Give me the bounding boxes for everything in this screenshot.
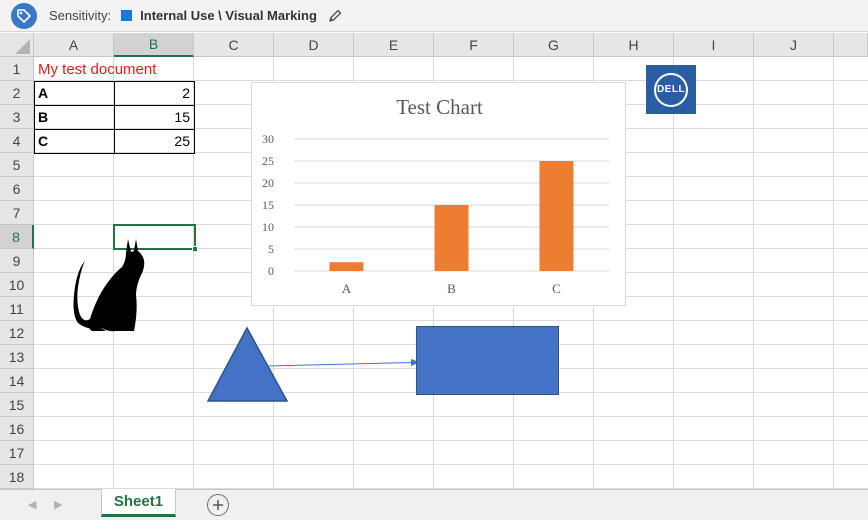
row-header-15[interactable]: 15: [0, 393, 34, 417]
row-header-7[interactable]: 7: [0, 201, 34, 225]
y-tick-label: 0: [268, 264, 274, 278]
dell-logo[interactable]: DELL: [646, 65, 696, 114]
y-tick-label: 15: [262, 198, 274, 212]
gridline-horizontal: [34, 320, 868, 321]
triangle-right-icon[interactable]: ▶: [54, 498, 62, 511]
row-header-3[interactable]: 3: [0, 105, 34, 129]
row-header-13[interactable]: 13: [0, 345, 34, 369]
gridline-vertical: [753, 57, 754, 489]
sensitivity-bar: Sensitivity: Internal Use \ Visual Marki…: [0, 0, 868, 32]
column-header-h[interactable]: H: [594, 33, 674, 57]
gridline-horizontal: [34, 416, 868, 417]
cell-b3[interactable]: 15: [114, 105, 194, 129]
column-header-a[interactable]: A: [34, 33, 114, 57]
cell-b4[interactable]: 25: [114, 129, 194, 153]
chart-bar-b[interactable]: [434, 205, 469, 271]
column-header-d[interactable]: D: [274, 33, 354, 57]
row-header-16[interactable]: 16: [0, 417, 34, 441]
dell-logo-text: DELL: [656, 84, 686, 95]
row-header-17[interactable]: 17: [0, 441, 34, 465]
row-header-2[interactable]: 2: [0, 81, 34, 105]
cell-a4[interactable]: C: [34, 129, 114, 153]
row-header-5[interactable]: 5: [0, 153, 34, 177]
sensitivity-value[interactable]: Internal Use \ Visual Marking: [140, 8, 317, 23]
cell-b2[interactable]: 2: [114, 81, 194, 105]
sheet-tab-bar: ◀ ▶ Sheet1: [0, 489, 868, 520]
plus-circle-icon[interactable]: [207, 494, 229, 516]
column-header-b[interactable]: B: [114, 33, 194, 57]
chart-bar-a[interactable]: [329, 262, 364, 271]
y-tick-label: 30: [262, 132, 274, 146]
row-header-6[interactable]: 6: [0, 177, 34, 201]
x-tick-label: C: [552, 281, 561, 296]
x-tick-label: B: [447, 281, 456, 296]
gridline-horizontal: [34, 440, 868, 441]
row-header-1[interactable]: 1: [0, 57, 34, 81]
column-header-e[interactable]: E: [354, 33, 434, 57]
column-header-i[interactable]: I: [674, 33, 754, 57]
sensitivity-color-swatch: [121, 10, 133, 21]
excel-window: Sensitivity: Internal Use \ Visual Marki…: [0, 0, 868, 520]
y-tick-label: 20: [262, 176, 274, 190]
fill-handle[interactable]: [192, 246, 198, 252]
row-header-14[interactable]: 14: [0, 369, 34, 393]
column-header-c[interactable]: C: [194, 33, 274, 57]
sensitivity-label: Sensitivity:: [49, 8, 112, 23]
column-header-k[interactable]: [834, 33, 868, 57]
cat-image[interactable]: [72, 235, 152, 335]
column-header-g[interactable]: G: [514, 33, 594, 57]
column-header-j[interactable]: J: [754, 33, 834, 57]
tag-icon[interactable]: [11, 2, 37, 29]
connector-arrow[interactable]: [265, 356, 425, 370]
row-header-11[interactable]: 11: [0, 297, 34, 321]
cell-a1[interactable]: My test document: [34, 57, 234, 81]
row-header-10[interactable]: 10: [0, 273, 34, 297]
pencil-icon[interactable]: [327, 8, 343, 24]
cell-a2[interactable]: A: [34, 81, 114, 105]
row-header-4[interactable]: 4: [0, 129, 34, 153]
y-tick-label: 5: [268, 242, 274, 256]
gridline-horizontal: [34, 464, 868, 465]
select-all-corner[interactable]: [0, 33, 34, 57]
chart-bar-c[interactable]: [539, 161, 574, 271]
rectangle-shape[interactable]: [416, 326, 559, 395]
sheet-tab-sheet1[interactable]: Sheet1: [101, 489, 176, 517]
x-tick-label: A: [342, 281, 352, 296]
y-tick-label: 25: [262, 154, 274, 168]
row-header-8[interactable]: 8: [0, 225, 34, 249]
cell-a3[interactable]: B: [34, 105, 114, 129]
test-chart[interactable]: Test Chart 0 5 10 15 20 25 30 A B C: [251, 82, 626, 306]
y-tick-label: 10: [262, 220, 274, 234]
gridline-vertical: [673, 57, 674, 489]
row-header-12[interactable]: 12: [0, 321, 34, 345]
gridline-vertical: [833, 57, 834, 489]
row-header-9[interactable]: 9: [0, 249, 34, 273]
row-header-18[interactable]: 18: [0, 465, 34, 489]
column-header-f[interactable]: F: [434, 33, 514, 57]
chart-plot: 0 5 10 15 20 25 30 A B C: [262, 132, 609, 296]
triangle-left-icon[interactable]: ◀: [28, 498, 36, 511]
